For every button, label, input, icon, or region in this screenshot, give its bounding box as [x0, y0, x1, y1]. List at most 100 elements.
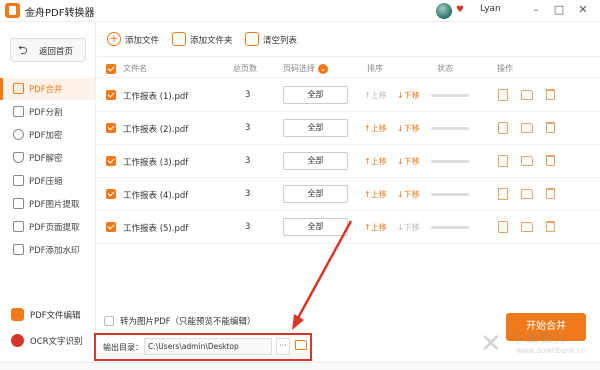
tool-label: PDF文件编辑 [30, 311, 81, 321]
file-info-icon[interactable] [498, 122, 508, 134]
move-down-button[interactable]: ↓下移 [397, 123, 420, 134]
move-up-button[interactable]: ↑上移 [364, 156, 387, 167]
sidebar-item-pdf-decrypt[interactable]: PDF解密 [0, 147, 95, 169]
move-up-label: 上移 [370, 223, 387, 232]
sidebar-item-pdf-compress[interactable]: PDF压缩 [0, 170, 95, 192]
row-checkbox[interactable] [106, 189, 116, 199]
open-folder-icon[interactable] [521, 189, 533, 199]
select-all-checkbox[interactable] [106, 64, 116, 74]
page-range-button[interactable]: 全部 [283, 119, 348, 137]
file-info-icon[interactable] [498, 221, 508, 233]
header-name: 文件名 [123, 64, 147, 73]
watermark-icon [13, 244, 24, 255]
file-name: 工作报表 (1).pdf [123, 92, 189, 102]
output-directory-group: 输出目录： C:\Users\admin\Desktop ··· [94, 333, 312, 361]
delete-icon[interactable] [546, 221, 555, 232]
toolbar: + 添加文件 添加文件夹 清空列表 [97, 23, 600, 57]
sidebar-item-pdf-image-extract[interactable]: PDF图片提取 [0, 193, 95, 215]
compress-icon [13, 175, 24, 186]
clear-list-button[interactable]: 清空列表 [245, 32, 305, 48]
move-up-button[interactable]: ↑上移 [364, 90, 387, 101]
move-up-button[interactable]: ↑上移 [364, 123, 387, 134]
row-checkbox[interactable] [106, 222, 116, 232]
user-name[interactable]: Lyan [480, 4, 501, 14]
close-button[interactable]: ✕ [575, 2, 591, 18]
delete-icon[interactable] [546, 122, 555, 133]
delete-icon[interactable] [546, 188, 555, 199]
row-checkbox[interactable] [106, 90, 116, 100]
move-down-label: 下移 [403, 91, 420, 100]
file-info-icon[interactable] [498, 155, 508, 167]
page-count: 3 [245, 222, 251, 232]
open-folder-icon[interactable] [521, 222, 533, 232]
add-folder-button[interactable]: 添加文件夹 [172, 32, 242, 48]
broom-icon [245, 32, 259, 46]
delete-icon[interactable] [546, 155, 555, 166]
tool-label: OCR文字识别 [30, 337, 83, 347]
move-down-button[interactable]: ↓下移 [397, 189, 420, 200]
minimize-button[interactable]: – [528, 2, 544, 18]
move-down-button[interactable]: ↓下移 [397, 90, 420, 101]
watermark-logo-icon: ✕ [480, 329, 502, 359]
header-range[interactable]: 页码选择 ⌄ [283, 63, 328, 74]
back-home-button[interactable]: ⮌ 返回首页 [10, 38, 86, 62]
maximize-button[interactable]: □ [551, 2, 567, 18]
open-folder-icon[interactable] [521, 90, 533, 100]
header-pages: 总页数 [233, 64, 257, 73]
sidebar-item-pdf-split[interactable]: PDF分割 [0, 101, 95, 123]
add-folder-label: 添加文件夹 [190, 36, 233, 46]
page-range-button[interactable]: 全部 [283, 185, 348, 203]
move-down-button[interactable]: ↓下移 [397, 156, 420, 167]
file-info-icon[interactable] [498, 188, 508, 200]
page-range-button[interactable]: 全部 [283, 86, 348, 104]
table-row: 工作报表 (4).pdf 3 全部 ↑上移 ↓下移 [97, 178, 600, 211]
sidebar-item-pdf-page-extract[interactable]: PDF页面提取 [0, 216, 95, 238]
title-bar: 金舟PDF转换器 ♥ Lyan – □ ✕ [0, 0, 600, 22]
image-pdf-label: 转为图片PDF（只能预览不能编辑） [120, 317, 256, 327]
move-up-button[interactable]: ↑上移 [364, 189, 387, 200]
delete-icon[interactable] [546, 89, 555, 100]
user-avatar[interactable] [436, 3, 452, 19]
page-range-button[interactable]: 全部 [283, 152, 348, 170]
app-logo-icon [5, 3, 20, 18]
header-order: 排序 [367, 64, 383, 73]
open-folder-icon[interactable] [521, 123, 533, 133]
sidebar-item-pdf-watermark[interactable]: PDF添加水印 [0, 239, 95, 261]
status-progress [431, 160, 469, 163]
clear-list-label: 清空列表 [263, 36, 298, 46]
sidebar-item-label: PDF添加水印 [29, 246, 80, 256]
file-info-icon[interactable] [498, 89, 508, 101]
watermark-url: www.downbank.cn [516, 346, 587, 355]
watermark-title: 下载银行 [512, 331, 569, 345]
image-pdf-checkbox[interactable] [104, 316, 114, 326]
sidebar-item-label: PDF分割 [29, 108, 63, 118]
open-folder-icon[interactable] [521, 156, 533, 166]
ocr-tool[interactable]: OCR文字识别 [6, 330, 92, 352]
add-file-button[interactable]: + 添加文件 [107, 32, 167, 48]
split-icon [13, 106, 24, 117]
row-checkbox[interactable] [106, 156, 116, 166]
move-down-label: 下移 [403, 223, 420, 232]
page-range-button[interactable]: 全部 [283, 218, 348, 236]
file-name: 工作报表 (2).pdf [123, 125, 189, 135]
browse-button[interactable]: ··· [276, 338, 290, 355]
sidebar-item-label: PDF解密 [29, 154, 63, 164]
move-down-button[interactable]: ↓下移 [397, 222, 420, 233]
move-up-label: 上移 [370, 157, 387, 166]
open-folder-icon[interactable] [295, 340, 307, 350]
sidebar-item-pdf-merge[interactable]: PDF合并 [0, 78, 95, 100]
ocr-eye-icon [11, 334, 24, 347]
table-row: 工作报表 (1).pdf 3 全部 ↑上移 ↓下移 [97, 79, 600, 112]
file-name: 工作报表 (4).pdf [123, 191, 189, 201]
table-row: 工作报表 (5).pdf 3 全部 ↑上移 ↓下移 [97, 211, 600, 244]
pdf-editor-tool[interactable]: PDF文件编辑 [6, 304, 92, 326]
sidebar-item-pdf-encrypt[interactable]: PDF加密 [0, 124, 95, 146]
header-status: 状态 [437, 64, 453, 73]
move-down-label: 下移 [403, 124, 420, 133]
output-directory-label: 输出目录： [103, 343, 143, 352]
file-name: 工作报表 (3).pdf [123, 158, 189, 168]
output-directory-input[interactable]: C:\Users\admin\Desktop [144, 338, 272, 355]
sidebar: ⮌ 返回首页 PDF合并 PDF分割 PDF加密 PDF解密 PDF压缩 PDF… [0, 23, 96, 370]
move-up-button[interactable]: ↑上移 [364, 222, 387, 233]
row-checkbox[interactable] [106, 123, 116, 133]
